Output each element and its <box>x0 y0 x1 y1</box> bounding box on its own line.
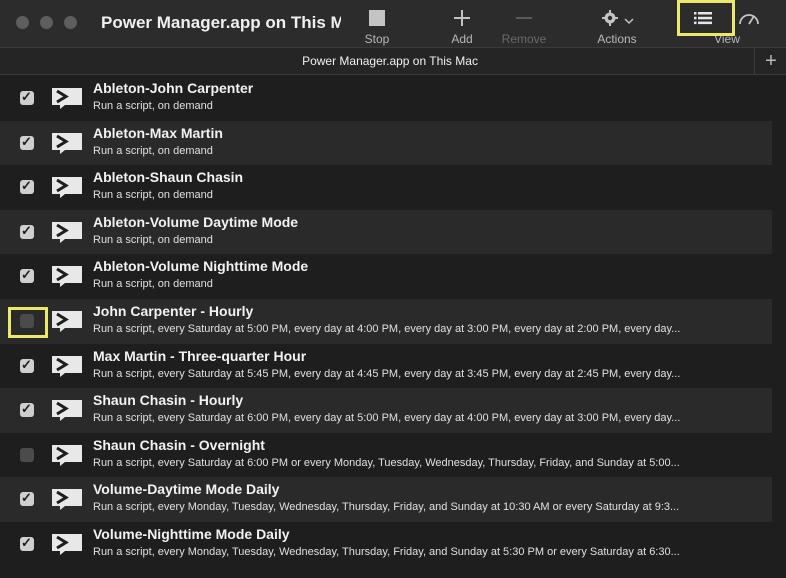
remove-button[interactable]: Remove <box>496 6 552 46</box>
list-item[interactable]: John Carpenter - Hourly Run a script, eve… <box>0 298 772 344</box>
enable-checkbox[interactable] <box>20 223 34 239</box>
add-button[interactable]: Add <box>440 6 484 46</box>
event-schedule: Run a script, on demand <box>93 144 213 157</box>
event-title: Max Martin - Three-quarter Hour <box>93 347 307 364</box>
event-schedule: Run a script, every Saturday at 6:00 PM,… <box>93 412 681 425</box>
enable-checkbox[interactable] <box>20 178 34 195</box>
stop-button[interactable]: Stop <box>354 6 400 46</box>
event-title: Ableton-Shaun Chasin <box>93 169 244 186</box>
enable-checkbox[interactable] <box>20 490 34 507</box>
stop-icon <box>368 9 386 32</box>
add-tab-button[interactable]: + <box>754 48 786 74</box>
event-title: Volume-Daytime Mode Daily <box>93 481 280 498</box>
event-schedule: Run a script, on demand <box>93 189 213 202</box>
list-item[interactable]: Shaun Chasin - Hourly Run a script, every… <box>0 388 772 433</box>
toolbar: Power Manager.app on This Mac Stop Add R… <box>0 0 786 47</box>
scrollbar[interactable] <box>772 76 786 578</box>
enable-checkbox[interactable] <box>20 357 34 373</box>
gear-icon <box>601 9 621 32</box>
enable-checkbox[interactable] <box>20 401 34 418</box>
list-item[interactable]: Ableton-John Carpenter Run a script, on d… <box>0 76 772 121</box>
script-icon <box>51 533 83 555</box>
list-item[interactable]: Ableton-Volume Daytime Mode Run a script,… <box>0 209 772 255</box>
minimize-window-button[interactable] <box>40 16 53 29</box>
view-highlight-box <box>677 0 735 36</box>
event-list: Ableton-John Carpenter Run a script, on d… <box>0 76 772 567</box>
event-title: Shaun Chasin - Hourly <box>93 392 244 409</box>
script-icon <box>51 399 83 422</box>
enable-checkbox[interactable] <box>20 447 34 462</box>
script-icon <box>51 265 83 288</box>
zoom-window-button[interactable] <box>64 16 77 29</box>
plus-icon <box>453 9 471 32</box>
event-schedule: Run a script, on demand <box>93 278 213 291</box>
event-schedule: Run a script, every Monday, Tuesday, Wed… <box>93 545 680 558</box>
minus-icon <box>515 9 533 32</box>
event-schedule: Run a script, on demand <box>93 100 213 112</box>
event-title: John Carpenter - Hourly <box>93 302 254 319</box>
event-title: Ableton-Volume Nighttime Mode <box>93 258 309 275</box>
list-item[interactable]: Volume-Daytime Mode Daily Run a script, e… <box>0 477 772 522</box>
event-title: Shaun Chasin - Overnight <box>93 436 265 453</box>
script-icon <box>51 221 83 243</box>
checkbox-highlight-box <box>8 307 48 338</box>
event-schedule: Run a script, every Saturday at 6:00 PM … <box>93 456 680 469</box>
remove-label: Remove <box>501 32 547 46</box>
list-item[interactable]: Ableton-Shaun Chasin Run a script, on dem… <box>0 165 772 210</box>
close-window-button[interactable] <box>16 16 29 29</box>
event-title: Volume-Nighttime Mode Daily <box>93 525 290 542</box>
list-item[interactable]: Shaun Chasin - Overnight Run a script, ev… <box>0 433 772 478</box>
tab-title[interactable]: Power Manager.app on This Mac <box>0 54 780 68</box>
script-icon <box>51 355 83 377</box>
stop-label: Stop <box>364 32 390 46</box>
script-icon <box>51 310 83 332</box>
list-item[interactable]: Max Martin - Three-quarter Hour Run a scr… <box>0 344 772 389</box>
event-schedule: Run a script, every Monday, Tuesday, Wed… <box>93 501 680 514</box>
actions-button[interactable]: Actions <box>590 6 644 46</box>
enable-checkbox[interactable] <box>20 89 34 105</box>
tab-bar: Power Manager.app on This Mac + <box>0 47 786 75</box>
chevron-down-icon <box>624 12 634 30</box>
list-item[interactable]: Volume-Nighttime Mode Daily Run a script,… <box>0 522 772 567</box>
script-icon <box>51 87 83 109</box>
enable-checkbox[interactable] <box>20 535 34 551</box>
script-icon <box>51 488 83 511</box>
list-item[interactable]: Ableton-Max Martin Run a script, on deman… <box>0 120 772 166</box>
add-label: Add <box>451 32 473 46</box>
event-title: Ableton-John Carpenter <box>93 80 254 96</box>
actions-label: Actions <box>597 32 637 46</box>
script-icon <box>51 132 83 154</box>
event-schedule: Run a script, every Saturday at 5:45 PM,… <box>93 367 681 380</box>
event-schedule: Run a script, on demand <box>93 233 213 246</box>
script-icon <box>51 444 83 466</box>
event-title: Ableton-Max Martin <box>93 124 223 141</box>
list-item[interactable]: Ableton-Volume Nighttime Mode Run a scrip… <box>0 254 772 299</box>
enable-checkbox[interactable] <box>20 267 34 284</box>
script-icon <box>51 176 83 199</box>
event-title: Ableton-Volume Daytime Mode <box>93 213 299 230</box>
enable-checkbox[interactable] <box>20 134 34 150</box>
gauge-icon <box>738 11 760 30</box>
window-title: Power Manager.app on This Mac <box>101 13 341 32</box>
power-manager-window: Power Manager.app on This Mac Stop Add R… <box>0 0 786 578</box>
event-schedule: Run a script, every Saturday at 5:00 PM,… <box>93 322 681 335</box>
